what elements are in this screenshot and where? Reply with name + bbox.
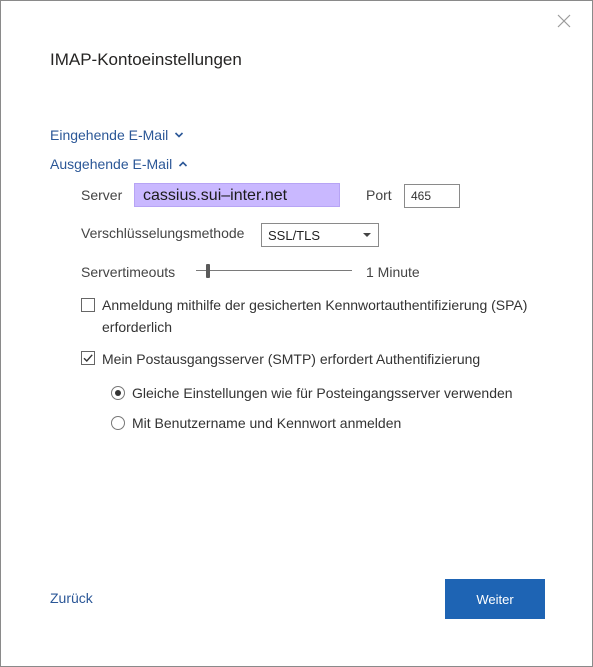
- smtp-auth-label: Mein Postausgangsserver (SMTP) erfordert…: [102, 351, 481, 367]
- spa-checkbox[interactable]: [81, 298, 95, 312]
- checkmark-icon: [83, 354, 93, 363]
- auth-same-settings-radio[interactable]: [111, 386, 125, 400]
- next-button[interactable]: Weiter: [445, 579, 545, 619]
- back-link[interactable]: Zurück: [50, 590, 93, 606]
- timeout-slider[interactable]: [196, 263, 352, 279]
- server-label: Server: [81, 187, 123, 203]
- smtp-auth-checkbox[interactable]: [81, 351, 95, 365]
- timeout-value: 1 Minute: [366, 264, 420, 280]
- dropdown-arrow-icon: [363, 233, 371, 237]
- auth-username-password-label: Mit Benutzername und Kennwort anmelden: [132, 415, 402, 431]
- incoming-mail-label: Eingehende E-Mail: [50, 127, 169, 143]
- auth-username-password-radio[interactable]: [111, 416, 125, 430]
- auth-same-settings-label: Gleiche Einstellungen wie für Posteingan…: [132, 385, 513, 401]
- spa-label: Anmeldung mithilfe der gesicherten Kennw…: [102, 297, 528, 335]
- port-label: Port: [366, 187, 392, 203]
- chevron-down-icon: [175, 132, 184, 138]
- incoming-mail-toggle[interactable]: Eingehende E-Mail: [50, 127, 184, 143]
- port-input[interactable]: [404, 184, 460, 208]
- imap-settings-dialog: IMAP-Kontoeinstellungen Eingehende E-Mai…: [0, 0, 593, 667]
- encryption-label: Verschlüsselungsmethode: [81, 225, 245, 241]
- slider-track: [196, 270, 352, 271]
- slider-thumb[interactable]: [206, 264, 210, 278]
- outgoing-mail-toggle[interactable]: Ausgehende E-Mail: [50, 156, 188, 172]
- close-icon[interactable]: [554, 11, 574, 31]
- server-input[interactable]: cassius.sui–inter.net: [134, 183, 340, 207]
- outgoing-mail-label: Ausgehende E-Mail: [50, 156, 173, 172]
- encryption-select[interactable]: SSL/TLS: [261, 223, 379, 247]
- dialog-title: IMAP-Kontoeinstellungen: [50, 50, 242, 69]
- timeout-label: Servertimeouts: [81, 264, 176, 280]
- chevron-up-icon: [179, 161, 188, 167]
- encryption-value: SSL/TLS: [268, 227, 321, 243]
